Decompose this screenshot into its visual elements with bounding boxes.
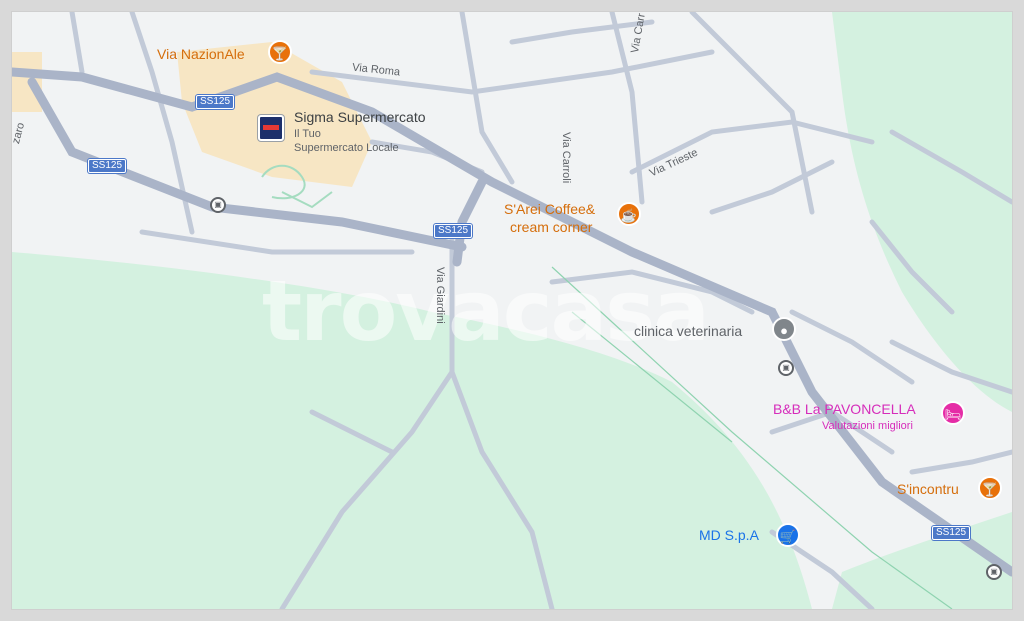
poi-label-sarei-1[interactable]: S'Arei Coffee& — [504, 201, 595, 217]
street-label-via-carroli: Via Carroli — [560, 132, 572, 184]
bed-icon[interactable]: 🛏 — [941, 401, 965, 425]
poi-sub-sigma-2: Supermercato Locale — [294, 142, 399, 154]
cocktail-icon[interactable]: 🍸 — [268, 40, 292, 64]
poi-label-md[interactable]: MD S.p.A — [699, 527, 759, 543]
urban-zone-west — [12, 52, 42, 112]
street-label-via-giardini: Via Giardini — [434, 267, 446, 324]
road-badge: SS125 — [196, 95, 235, 109]
road-badge: SS125 — [88, 159, 127, 173]
map-canvas[interactable]: trovacasa SS125 SS125 SS125 SS125 Via Ro… — [12, 12, 1012, 609]
bus-stop-icon[interactable]: ▣ — [986, 564, 1002, 580]
bus-stop-icon[interactable]: ▣ — [210, 197, 226, 213]
watermark-logo: trovacasa — [262, 262, 710, 360]
pet-clinic-icon[interactable]: ● — [772, 317, 796, 341]
shopping-cart-icon[interactable]: 🛒 — [776, 523, 800, 547]
cocktail-icon[interactable]: 🍸 — [978, 476, 1002, 500]
bus-stop-icon[interactable]: ▣ — [778, 360, 794, 376]
poi-label-clinica[interactable]: clinica veterinaria — [634, 323, 742, 339]
poi-label-sincontru[interactable]: S'incontru — [897, 481, 959, 497]
poi-sub-bnb: Valutazioni migliori — [822, 420, 913, 432]
park-area-east — [832, 12, 1012, 412]
poi-label-sarei-2[interactable]: cream corner — [510, 219, 592, 235]
poi-label-sigma[interactable]: Sigma Supermercato — [294, 109, 426, 125]
poi-label-bnb[interactable]: B&B La PAVONCELLA — [773, 401, 916, 417]
coffee-cup-icon[interactable]: ☕ — [617, 202, 641, 226]
poi-sub-sigma-1: Il Tuo — [294, 128, 321, 140]
supermarket-logo-icon[interactable] — [258, 115, 284, 141]
road-badge: SS125 — [434, 224, 473, 238]
poi-label-via-nazionale[interactable]: Via NazionAle — [157, 46, 245, 62]
road-badge: SS125 — [932, 526, 971, 540]
